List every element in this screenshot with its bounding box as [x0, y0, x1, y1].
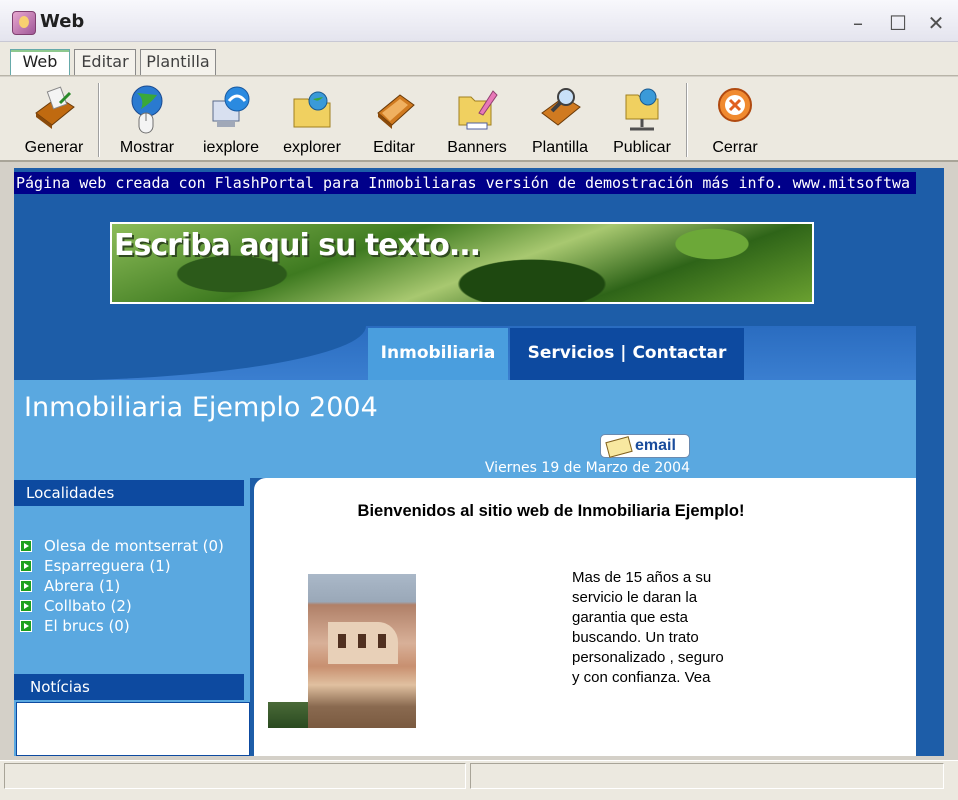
status-panel — [470, 763, 944, 789]
publicar-button[interactable]: Publicar — [604, 83, 680, 161]
template-search-icon — [541, 88, 581, 126]
nav-tabs: Inmobiliaria Servicios | Contactar — [14, 326, 916, 381]
localidad-label: Collbato (2) — [44, 597, 132, 615]
banner-text: Escriba aqui su texto... — [114, 228, 481, 263]
folder-globe-icon — [293, 91, 331, 128]
status-bar — [0, 760, 958, 800]
localidad-link[interactable]: Abrera (1) — [20, 576, 120, 596]
mostrar-button[interactable]: Mostrar — [110, 83, 184, 161]
generar-label: Generar — [24, 139, 84, 156]
globe-mouse-icon — [131, 85, 163, 134]
arrow-icon — [20, 540, 32, 552]
editar-button[interactable]: Editar — [358, 83, 430, 161]
mostrar-label: Mostrar — [119, 139, 175, 156]
explorer-button[interactable]: explorer — [276, 83, 348, 161]
arrow-icon — [20, 620, 32, 632]
close-circle-icon — [718, 88, 752, 122]
localidad-label: Olesa de montserrat (0) — [44, 537, 224, 555]
tab-editar[interactable]: Editar — [74, 49, 136, 75]
tab-bar: Web Editar Plantilla — [0, 42, 958, 76]
publicar-label: Publicar — [613, 139, 671, 156]
edit-book-icon — [377, 94, 415, 129]
banners-icon — [458, 90, 498, 130]
generate-icon — [35, 86, 75, 129]
site-title: Inmobiliaria Ejemplo 2004 — [24, 392, 378, 423]
plantilla-label: Plantilla — [531, 139, 589, 156]
iexplore-button[interactable]: iexplore — [192, 83, 270, 161]
localidad-label: Abrera (1) — [44, 577, 121, 595]
nav-tab-inmobiliaria[interactable]: Inmobiliaria — [368, 328, 508, 381]
explorer-label: explorer — [283, 139, 341, 156]
internet-explorer-icon — [212, 86, 250, 127]
app-icon — [12, 11, 36, 35]
minimize-button[interactable]: – — [846, 12, 870, 34]
property-photo — [308, 574, 416, 728]
localidad-link[interactable]: Esparreguera (1) — [20, 556, 171, 576]
arrow-icon — [20, 580, 32, 592]
banners-label: Banners — [447, 139, 507, 156]
marquee-text: Página web creada con FlashPortal para I… — [14, 172, 916, 194]
editar-label: Editar — [373, 139, 415, 156]
localidad-link[interactable]: El brucs (0) — [20, 616, 130, 636]
localidad-label: Esparreguera (1) — [44, 557, 171, 575]
web-preview: Página web creada con FlashPortal para I… — [14, 168, 944, 756]
plantilla-button[interactable]: Plantilla — [522, 83, 598, 161]
localidades-header: Localidades — [14, 480, 244, 506]
toolbar-separator — [98, 83, 100, 157]
main-content: Bienvenidos al sitio web de Inmobiliaria… — [254, 478, 916, 756]
email-button[interactable]: email — [600, 434, 690, 458]
toolbar-separator — [686, 83, 688, 157]
close-button[interactable]: ✕ — [924, 12, 948, 34]
date-text: Viernes 19 de Marzo de 2004 — [484, 460, 690, 476]
publish-network-icon — [625, 88, 659, 131]
maximize-button[interactable]: ☐ — [886, 12, 910, 34]
banner[interactable]: Escriba aqui su texto... — [110, 222, 814, 304]
localidad-link[interactable]: Olesa de montserrat (0) — [20, 536, 224, 556]
status-panel — [4, 763, 466, 789]
localidad-link[interactable]: Collbato (2) — [20, 596, 132, 616]
tab-plantilla[interactable]: Plantilla — [140, 49, 216, 75]
nav-tab-servicios-contactar[interactable]: Servicios | Contactar — [510, 328, 744, 381]
site-header: Inmobiliaria Ejemplo 2004 email Viernes … — [14, 380, 916, 478]
arrow-icon — [20, 600, 32, 612]
welcome-heading: Bienvenidos al sitio web de Inmobiliaria… — [357, 502, 745, 520]
sidebar: Localidades Olesa de montserrat (0) Espa… — [14, 478, 250, 756]
cerrar-label: Cerrar — [712, 139, 758, 156]
banners-button[interactable]: Banners — [440, 83, 514, 161]
noticias-header: Notícias — [14, 674, 244, 700]
title-bar: Web – ☐ ✕ — [0, 0, 958, 42]
body-text: Mas de 15 años a su servicio le daran la… — [572, 569, 724, 686]
iexplore-label: iexplore — [202, 139, 260, 156]
news-box — [16, 702, 250, 756]
generar-button[interactable]: Generar — [18, 83, 90, 161]
toolbar: Generar Mostrar iexplore explorer Editar… — [0, 77, 958, 162]
window-title: Web — [40, 11, 85, 32]
tab-web[interactable]: Web — [10, 49, 70, 75]
localidad-label: El brucs (0) — [44, 617, 130, 635]
arrow-icon — [20, 560, 32, 572]
cerrar-button[interactable]: Cerrar — [698, 83, 772, 161]
